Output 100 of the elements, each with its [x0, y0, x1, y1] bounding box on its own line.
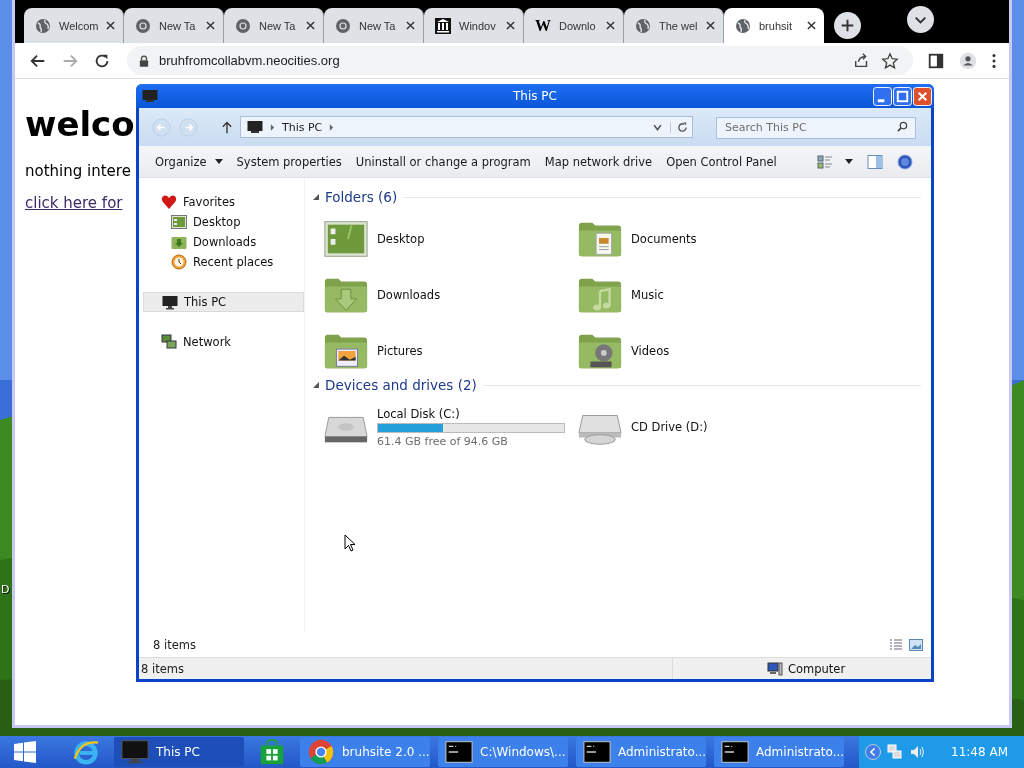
- browser-tab[interactable]: Welcom: [24, 8, 124, 43]
- monitor-icon: [120, 738, 150, 766]
- window-title: This PC: [512, 89, 558, 103]
- tab-title: The wel: [659, 19, 698, 32]
- folder-item[interactable]: Local Disk (C:) 61.4 GB free of 94.6 GB: [323, 406, 577, 448]
- browser-tab[interactable]: W Downlo: [524, 8, 624, 43]
- folder-item[interactable]: Desktop: [323, 218, 577, 260]
- close-icon[interactable]: [606, 21, 615, 30]
- command-prompt-icon: [720, 738, 750, 766]
- tab-title: Windov: [459, 19, 497, 32]
- windows-logo-icon[interactable]: [14, 741, 36, 763]
- minimize-icon[interactable]: [873, 86, 892, 106]
- breadcrumb-item[interactable]: This PC: [282, 120, 323, 134]
- address-field[interactable]: This PC: [240, 116, 693, 138]
- close-icon[interactable]: [506, 21, 515, 30]
- network-icon[interactable]: [887, 744, 904, 760]
- star-icon[interactable]: [881, 51, 899, 70]
- chevron-icon[interactable]: [865, 744, 882, 760]
- close-icon[interactable]: [706, 21, 715, 30]
- browser-tab[interactable]: New Ta: [124, 8, 224, 43]
- folder-item[interactable]: Documents: [577, 218, 831, 260]
- preview-pane-icon[interactable]: [867, 153, 883, 170]
- item-name: Desktop: [377, 232, 425, 246]
- monitor-icon: [142, 88, 158, 104]
- close-icon[interactable]: [807, 21, 816, 30]
- folder-item[interactable]: Music: [577, 274, 831, 316]
- up-arrow-icon[interactable]: [222, 119, 232, 135]
- globe-icon: [635, 17, 651, 34]
- new-tab-icon[interactable]: [834, 12, 861, 39]
- close-icon[interactable]: [206, 21, 215, 30]
- caret-icon: [214, 159, 223, 164]
- nav-item[interactable]: Favorites: [143, 192, 304, 212]
- group-header[interactable]: Folders (6): [325, 189, 398, 205]
- favicon-letter: W: [535, 17, 551, 34]
- search-field[interactable]: Search This PC: [716, 116, 916, 139]
- tab-list-icon[interactable]: [907, 6, 934, 33]
- computer-icon: [766, 660, 783, 677]
- desktop-icon-label[interactable]: D: [1, 583, 10, 596]
- monitor-icon: [247, 119, 263, 135]
- view-options-icon[interactable]: [817, 153, 833, 170]
- page-heading: welco: [25, 103, 135, 146]
- nav-item[interactable]: Downloads: [143, 232, 304, 252]
- side-panel-icon[interactable]: [927, 51, 945, 70]
- browser-tab[interactable]: Windov: [424, 8, 524, 43]
- toolbar-button[interactable]: Open Control Panel: [660, 151, 783, 172]
- close-icon[interactable]: [106, 21, 115, 30]
- nav-item[interactable]: Recent places: [143, 252, 304, 272]
- menu-icon[interactable]: [991, 51, 997, 70]
- toolbar-button[interactable]: Organize: [149, 151, 229, 172]
- mouse-pointer-icon: [344, 534, 356, 552]
- taskbar-button[interactable]: This PC: [114, 737, 244, 767]
- tab-title: New Ta: [259, 19, 297, 32]
- large-icons-view-icon[interactable]: [909, 639, 923, 651]
- taskbar-button[interactable]: Administrato...: [576, 737, 706, 767]
- tab-title: New Ta: [359, 19, 397, 32]
- maximize-icon[interactable]: [893, 86, 912, 106]
- browser-e-icon[interactable]: [71, 738, 101, 766]
- folder-item[interactable]: Videos: [577, 330, 831, 372]
- item-name: Downloads: [377, 288, 441, 302]
- group-header[interactable]: Devices and drives (2): [325, 377, 477, 393]
- folder-item[interactable]: Pictures: [323, 330, 577, 372]
- volume-icon[interactable]: [909, 744, 926, 760]
- taskbar-button[interactable]: C:\Windows\...: [438, 737, 568, 767]
- toolbar-button[interactable]: Map network drive: [538, 151, 659, 172]
- globe-icon: [35, 17, 51, 34]
- url-text: bruhfromcollabvm.neocities.org: [159, 53, 340, 68]
- taskbar-button[interactable]: Administrato...: [714, 737, 844, 767]
- nav-item[interactable]: Desktop: [143, 212, 304, 232]
- browser-tab[interactable]: New Ta: [324, 8, 424, 43]
- command-prompt-icon: [444, 738, 474, 766]
- toolbar-button[interactable]: Uninstall or change a program: [349, 151, 537, 172]
- browser-tab[interactable]: New Ta: [224, 8, 324, 43]
- close-icon[interactable]: [406, 21, 415, 30]
- chevron-icon: [270, 123, 275, 131]
- browser-tab[interactable]: The wel: [624, 8, 724, 43]
- browser-tab[interactable]: bruhsit: [724, 8, 824, 43]
- search-icon: [897, 121, 908, 132]
- collapse-icon[interactable]: [313, 194, 319, 200]
- taskbar-button[interactable]: bruhsite 2.0 ...: [300, 737, 430, 767]
- tab-title: bruhsit: [759, 19, 794, 32]
- heart-icon: [161, 194, 177, 210]
- globe-icon: [735, 17, 751, 34]
- nav-item[interactable]: This PC: [143, 292, 304, 312]
- close-icon[interactable]: [306, 21, 315, 30]
- profile-icon[interactable]: [959, 51, 977, 70]
- dropdown-icon[interactable]: [845, 159, 853, 164]
- item-name: Videos: [631, 344, 670, 358]
- refresh-icon[interactable]: [670, 121, 688, 133]
- nav-item[interactable]: Network: [143, 332, 304, 352]
- folder-item[interactable]: CD Drive (D:): [577, 406, 831, 448]
- toolbar-button[interactable]: System properties: [230, 151, 348, 172]
- address-bar[interactable]: bruhfromcollabvm.neocities.org: [127, 46, 913, 75]
- tab-title: Welcom: [59, 19, 98, 32]
- collapse-icon[interactable]: [313, 382, 319, 388]
- columns-icon: [435, 17, 451, 34]
- page-link[interactable]: click here for: [25, 194, 123, 212]
- tab-title: Downlo: [559, 19, 597, 32]
- browser-logo-icon: [306, 738, 336, 766]
- desktop-icon: [171, 214, 187, 230]
- folder-item[interactable]: Downloads: [323, 274, 577, 316]
